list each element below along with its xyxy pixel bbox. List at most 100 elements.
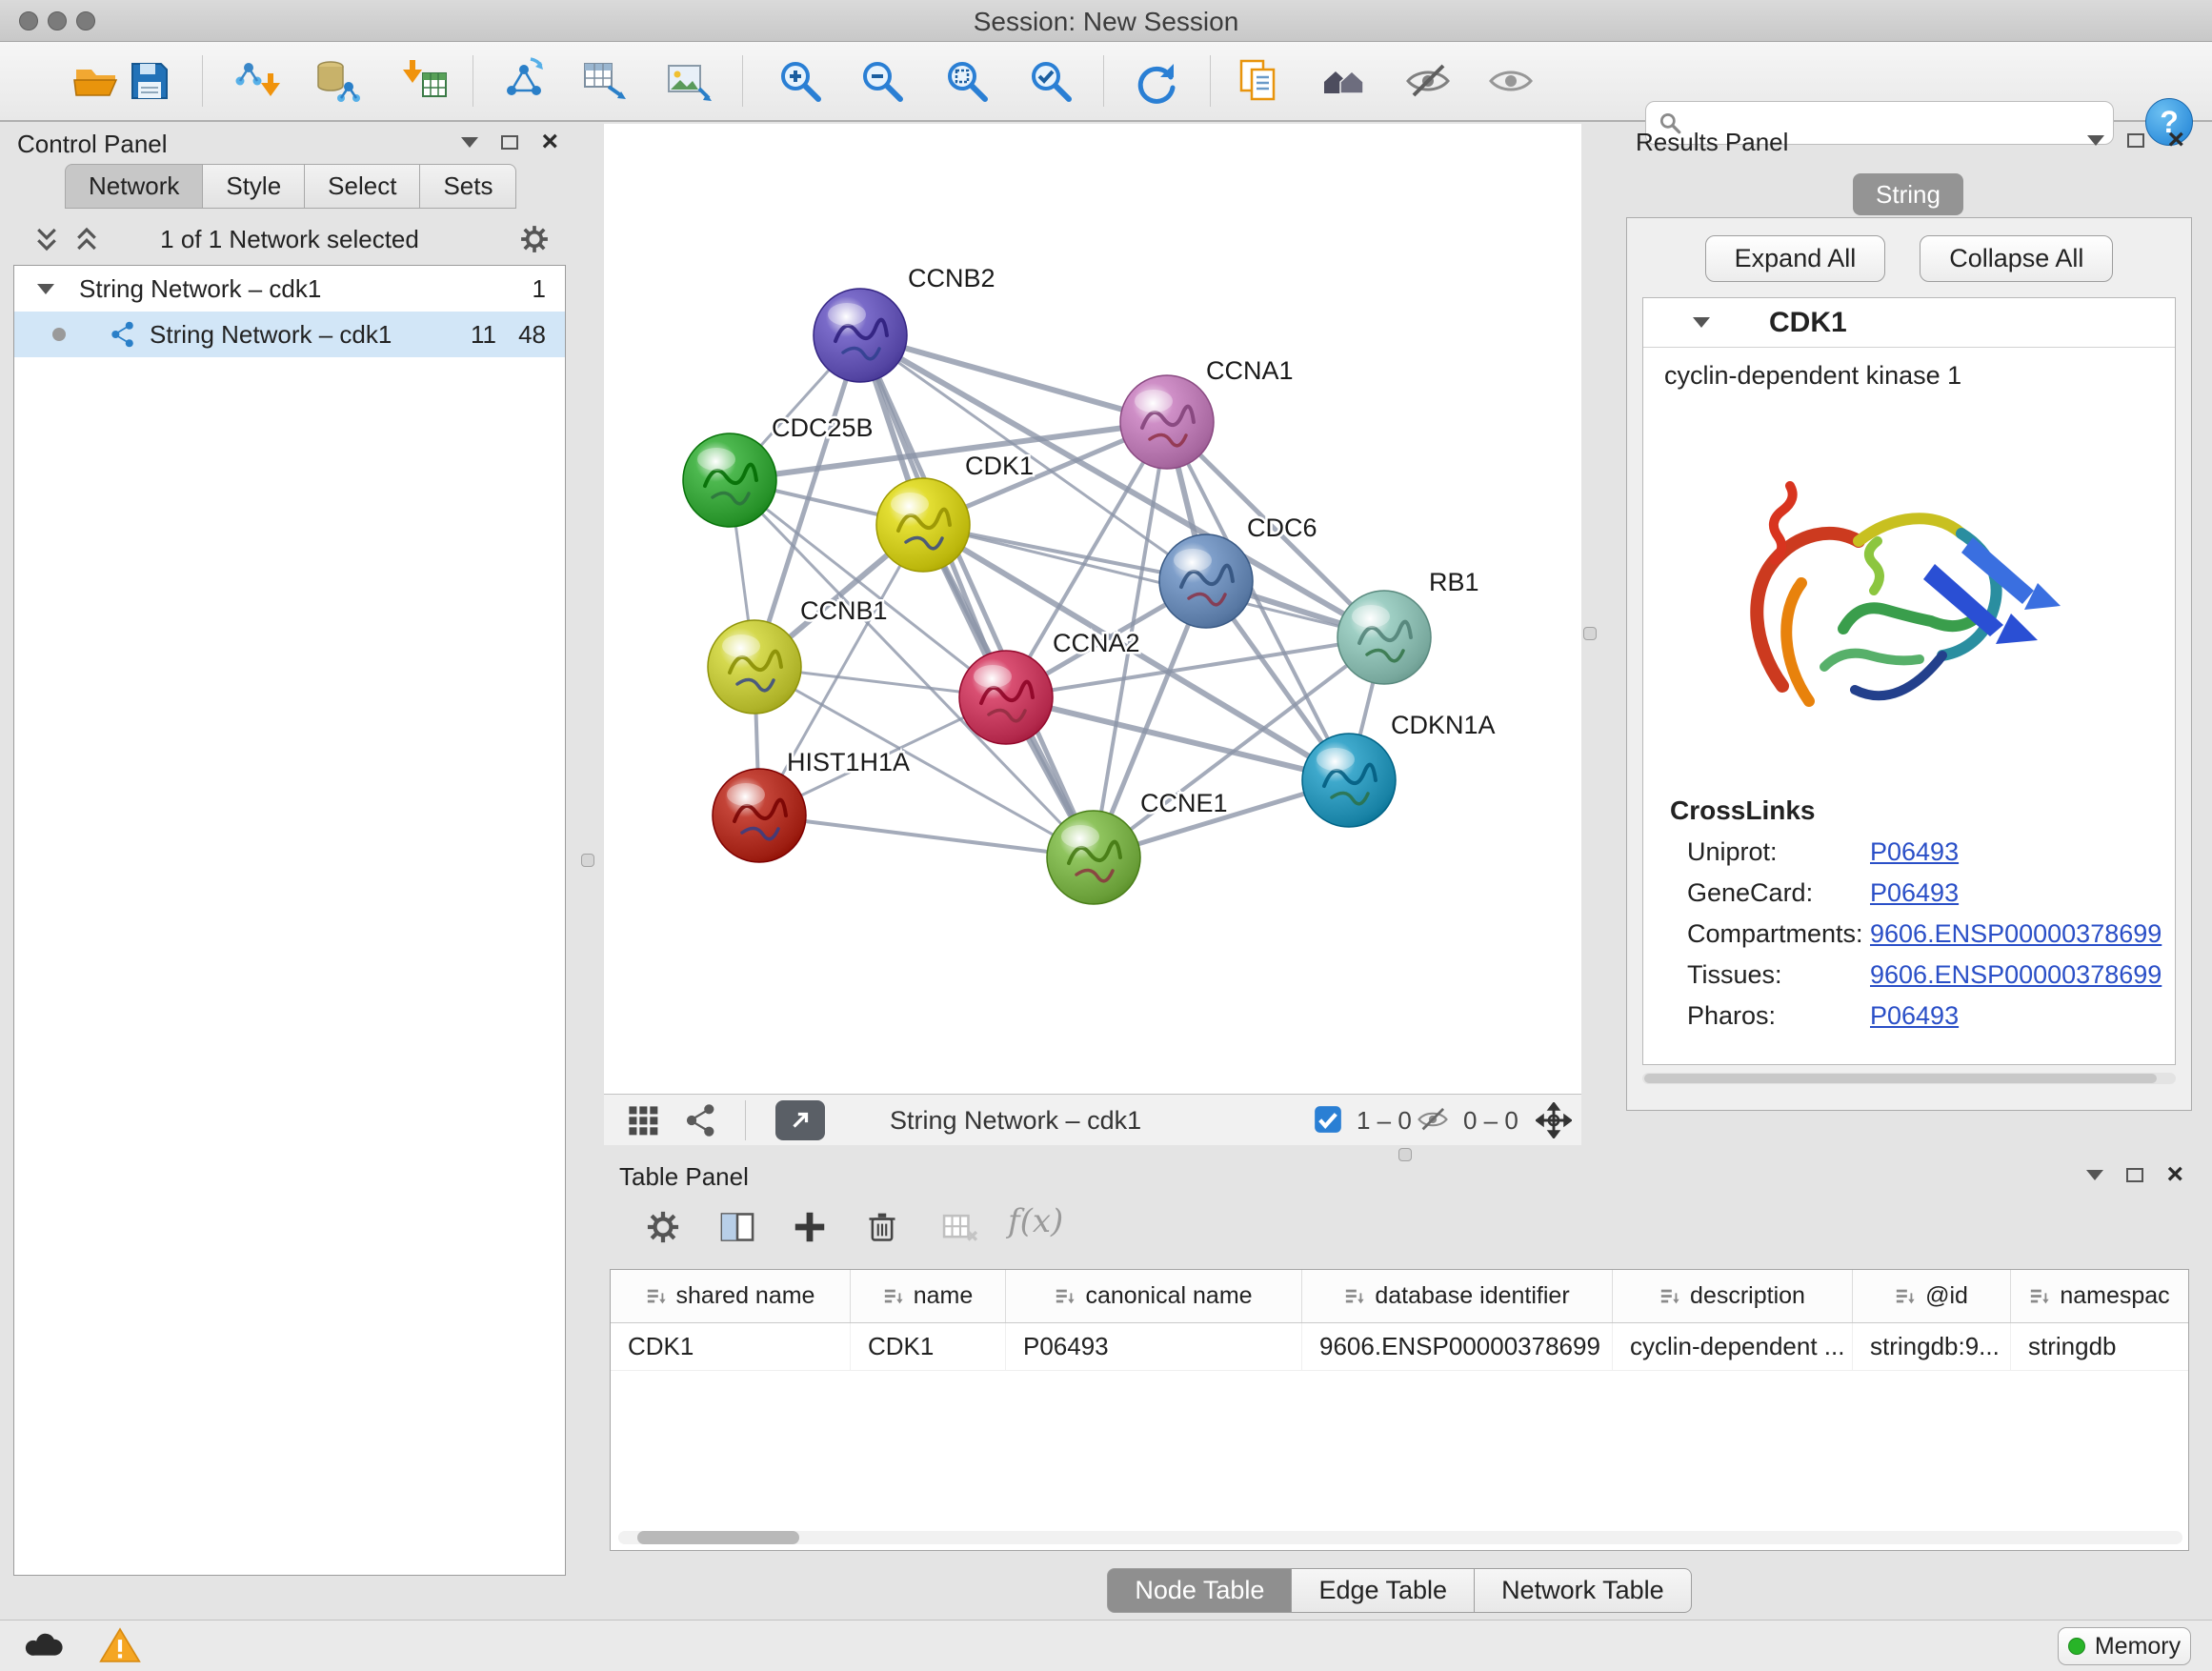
tab-network-table[interactable]: Network Table (1475, 1568, 1692, 1613)
gear-icon[interactable] (516, 221, 553, 257)
import-network-database-icon[interactable] (312, 56, 362, 106)
birdseye-view-icon[interactable] (625, 1102, 661, 1138)
tab-node-table[interactable]: Node Table (1107, 1568, 1292, 1613)
panel-close-icon[interactable]: × (541, 131, 558, 152)
selected-checkbox-icon[interactable] (1311, 1102, 1345, 1137)
add-column-icon[interactable] (789, 1206, 831, 1248)
network-node[interactable] (708, 620, 801, 714)
network-node[interactable] (1047, 811, 1140, 904)
table-cell[interactable]: stringdb:9... (1853, 1323, 2011, 1370)
show-columns-icon[interactable] (716, 1206, 758, 1248)
network-and-table-icon[interactable] (580, 56, 630, 106)
crosslink-link[interactable]: P06493 (1870, 1001, 1959, 1031)
network-edge[interactable] (860, 335, 1094, 857)
network-node[interactable] (814, 289, 907, 382)
panel-collapse-icon[interactable] (461, 137, 478, 148)
tab-select[interactable]: Select (305, 164, 420, 209)
tab-network[interactable]: Network (65, 164, 203, 209)
table-cell[interactable]: P06493 (1006, 1323, 1302, 1370)
hide-selected-icon[interactable] (1403, 56, 1453, 106)
open-session-icon[interactable] (70, 56, 120, 106)
tab-sets[interactable]: Sets (420, 164, 516, 209)
crosslink-link[interactable]: P06493 (1870, 837, 1959, 867)
panel-float-icon[interactable] (2127, 133, 2144, 148)
column-header[interactable]: namespac (2011, 1270, 2188, 1322)
crosslink-link[interactable]: 9606.ENSP00000378699 (1870, 960, 2162, 990)
column-header[interactable]: canonical name (1006, 1270, 1302, 1322)
network-node[interactable] (1120, 375, 1214, 469)
table-horizontal-scrollbar[interactable] (618, 1531, 2182, 1544)
panel-collapse-icon[interactable] (2087, 135, 2104, 146)
network-collection-row[interactable]: String Network – cdk1 1 (14, 266, 565, 312)
column-header[interactable]: database identifier (1302, 1270, 1613, 1322)
network-node[interactable] (1337, 591, 1431, 684)
open-in-new-button[interactable] (775, 1100, 825, 1140)
splitter-handle[interactable] (581, 854, 594, 867)
column-header[interactable]: name (851, 1270, 1006, 1322)
delete-column-icon[interactable] (861, 1206, 903, 1248)
network-edge[interactable] (759, 815, 1094, 857)
hidden-eye-slash-icon[interactable] (1416, 1102, 1450, 1137)
column-header[interactable]: shared name (611, 1270, 851, 1322)
crosslink-link[interactable]: 9606.ENSP00000378699 (1870, 919, 2162, 949)
import-network-file-icon[interactable] (233, 56, 283, 106)
network-tree: String Network – cdk1 1 String Network –… (13, 265, 566, 1576)
card-caret-icon[interactable] (1693, 317, 1710, 328)
export-image-icon[interactable] (665, 56, 714, 106)
scrollbar-thumb[interactable] (637, 1531, 799, 1544)
cloud-icon[interactable] (23, 1626, 67, 1664)
crosslink-row: Tissues: 9606.ENSP00000378699 (1687, 960, 2175, 990)
show-all-icon[interactable] (1486, 56, 1536, 106)
expand-all-button[interactable]: Expand All (1705, 235, 1886, 282)
gene-card-header[interactable]: CDK1 (1643, 298, 2175, 348)
tree-caret-icon[interactable] (37, 284, 54, 294)
column-header[interactable]: description (1613, 1270, 1853, 1322)
table-cell[interactable]: CDK1 (611, 1323, 851, 1370)
network-node[interactable] (959, 651, 1053, 744)
tab-edge-table[interactable]: Edge Table (1292, 1568, 1475, 1613)
network-node[interactable] (713, 769, 806, 862)
network-row[interactable]: String Network – cdk1 11 48 (14, 312, 565, 357)
save-session-icon[interactable] (125, 56, 174, 106)
network-node[interactable] (1159, 534, 1253, 628)
crosslink-link[interactable]: P06493 (1870, 878, 1959, 908)
table-cell[interactable]: 9606.ENSP00000378699 (1302, 1323, 1613, 1370)
zoom-fit-icon[interactable] (942, 56, 992, 106)
column-header[interactable]: @id (1853, 1270, 2011, 1322)
network-node[interactable] (683, 433, 776, 527)
table-tabs: Node Table Edge Table Network Table (604, 1568, 2195, 1613)
table-settings-gear-icon[interactable] (642, 1206, 684, 1248)
panel-float-icon[interactable] (2126, 1168, 2143, 1182)
memory-button[interactable]: Memory (2058, 1627, 2191, 1665)
zoom-out-icon[interactable] (857, 56, 907, 106)
network-node[interactable] (876, 478, 970, 572)
refresh-icon[interactable] (1131, 56, 1180, 106)
table-cell[interactable]: cyclin-dependent ... (1613, 1323, 1853, 1370)
home-neighbors-icon[interactable] (1319, 56, 1369, 106)
table-cell[interactable]: CDK1 (851, 1323, 1006, 1370)
table-panel-title: Table Panel (619, 1162, 749, 1191)
network-node[interactable] (1302, 734, 1396, 827)
import-table-icon[interactable] (400, 56, 450, 106)
results-scrollbar[interactable] (1642, 1073, 2176, 1084)
network-edge[interactable] (860, 335, 1167, 422)
panel-collapse-icon[interactable] (2086, 1170, 2103, 1180)
warning-icon[interactable] (99, 1626, 141, 1664)
tab-style[interactable]: Style (203, 164, 305, 209)
panel-float-icon[interactable] (501, 135, 518, 150)
annotation-copy-icon[interactable] (1235, 56, 1284, 106)
tab-string[interactable]: String (1853, 173, 1963, 215)
network-canvas[interactable]: CCNB2CCNA1CDC25BCDK1CDC6RB1CCNB1CCNA2CDK… (604, 124, 1581, 1094)
panel-close-icon[interactable]: × (2166, 1164, 2183, 1185)
zoom-in-icon[interactable] (775, 56, 825, 106)
collapse-all-button[interactable]: Collapse All (1920, 235, 2113, 282)
table-cell[interactable]: stringdb (2011, 1323, 2188, 1370)
splitter-handle[interactable] (1583, 627, 1597, 640)
pan-move-icon[interactable] (1536, 1102, 1572, 1138)
main-toolbar: ? (0, 42, 2212, 122)
network-from-selection-icon[interactable] (499, 56, 549, 106)
table-row[interactable]: CDK1 CDK1 P06493 9606.ENSP00000378699 cy… (611, 1323, 2188, 1371)
network-overview-icon[interactable] (684, 1102, 720, 1138)
panel-close-icon[interactable]: × (2167, 130, 2184, 151)
zoom-selected-icon[interactable] (1026, 56, 1076, 106)
